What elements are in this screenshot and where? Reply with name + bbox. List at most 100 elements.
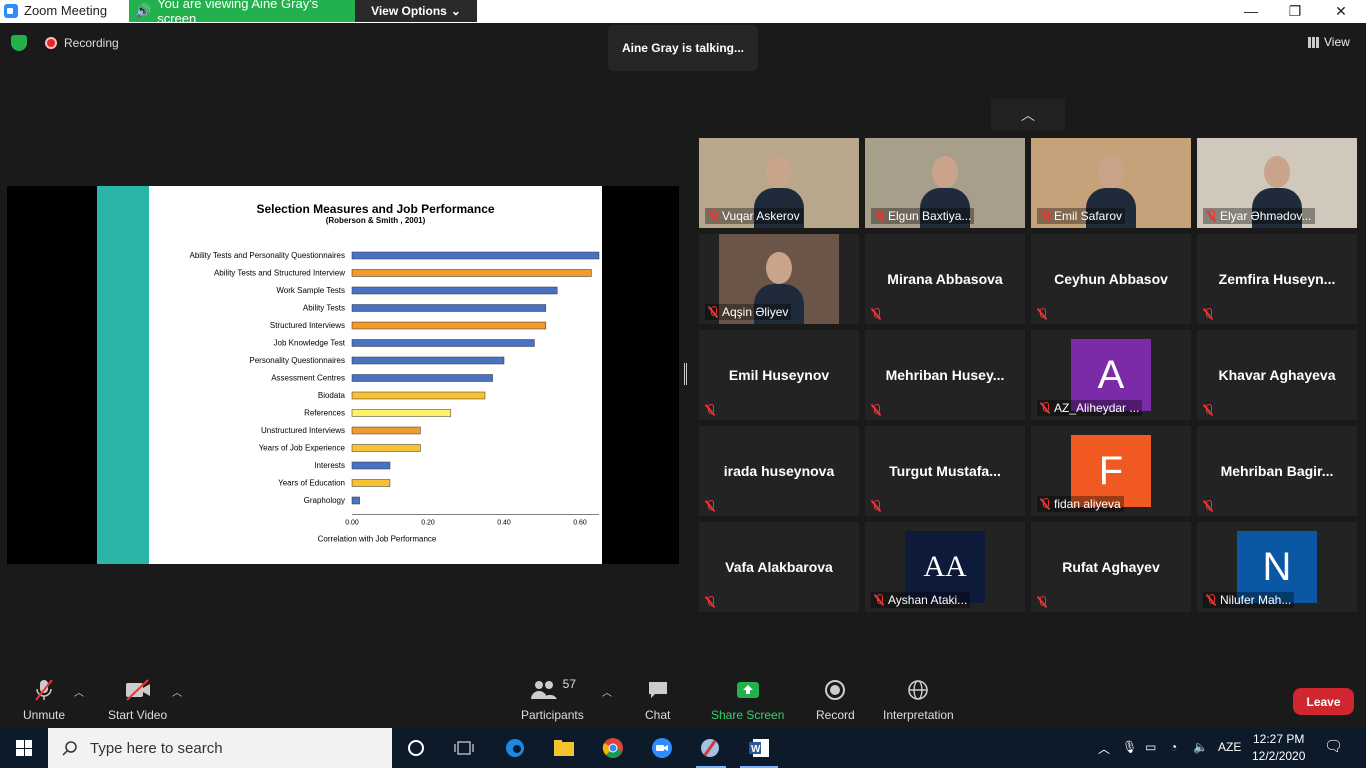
participant-tile[interactable]: irada huseynova: [699, 426, 859, 516]
view-button[interactable]: View: [1308, 35, 1350, 49]
minimize-button[interactable]: —: [1228, 0, 1274, 22]
title-bar: Zoom Meeting 🔊 You are viewing Aine Gray…: [0, 0, 1366, 26]
chat-button[interactable]: Chat: [645, 678, 670, 722]
leave-button[interactable]: Leave: [1293, 688, 1354, 715]
bar: [351, 356, 505, 365]
category-label: Graphology: [304, 496, 345, 505]
zoom-logo-icon: [4, 3, 18, 18]
participant-name: Emil Safarov: [1054, 209, 1123, 223]
category-label: Biodata: [318, 391, 346, 400]
restore-button[interactable]: ❐: [1272, 0, 1318, 22]
participant-tile[interactable]: A AZ_Aliheydar ...: [1031, 330, 1191, 420]
audio-options-caret[interactable]: ︿: [74, 684, 84, 699]
bar: [351, 391, 486, 400]
taskbar-search[interactable]: Type here to search: [48, 728, 392, 768]
x-tick-label: 0.60: [573, 520, 587, 527]
window-title: Zoom Meeting: [24, 3, 108, 18]
clock[interactable]: 12:27 PM 12/2/2020: [1252, 731, 1305, 765]
participant-tile[interactable]: Emil Huseynov: [699, 330, 859, 420]
participant-tile[interactable]: Ffidan aliyeva: [1031, 426, 1191, 516]
start-video-button[interactable]: Start Video: [108, 678, 167, 722]
wifi-icon[interactable]: ◔: [1170, 740, 1177, 754]
mic-muted-icon: [1206, 210, 1216, 222]
participant-tile[interactable]: Mehriban Husey...: [865, 330, 1025, 420]
participant-tile[interactable]: Vuqar Askerov: [699, 138, 859, 228]
participant-tile[interactable]: Vafa Alakbarova: [699, 522, 859, 612]
mic-muted-icon: [705, 404, 715, 416]
participant-name: fidan aliyeva: [1054, 497, 1121, 511]
chat-label: Chat: [645, 708, 671, 722]
view-options-label: View Options: [371, 4, 447, 18]
viewing-text: You are viewing Aine Gray's screen: [157, 0, 319, 26]
participant-tile[interactable]: Elgun Baxtiya...: [865, 138, 1025, 228]
tray-mic-icon[interactable]: 🎙: [1122, 740, 1137, 754]
split-divider-handle[interactable]: [684, 363, 687, 385]
bar: [351, 321, 547, 330]
shared-screen[interactable]: Selection Measures and Job Performance (…: [7, 186, 679, 564]
participant-name: Mehriban Husey...: [885, 367, 1005, 383]
mic-muted-icon: [1040, 402, 1050, 414]
word-icon[interactable]: W: [747, 736, 771, 760]
file-explorer-icon[interactable]: [552, 736, 576, 760]
bar: [351, 304, 547, 312]
bar: [351, 496, 360, 505]
edge-icon[interactable]: [503, 736, 527, 760]
participant-name: Nilufer Mah...: [1220, 593, 1292, 607]
participant-label: Aqşin Əliyev: [705, 304, 792, 320]
participant-tile[interactable]: Ceyhun Abbasov: [1031, 234, 1191, 324]
participant-tile[interactable]: AA Ayshan Ataki...: [865, 522, 1025, 612]
mic-muted-icon: [1040, 210, 1050, 222]
bar: [351, 409, 452, 417]
share-screen-icon: [736, 678, 760, 702]
record-button[interactable]: Record: [816, 678, 855, 722]
chrome-icon[interactable]: [601, 736, 625, 760]
security-shield-icon[interactable]: [11, 35, 27, 51]
participant-tile[interactable]: Emil Safarov: [1031, 138, 1191, 228]
participant-name: Aqşin Əliyev: [722, 305, 789, 319]
share-screen-button[interactable]: Share Screen: [711, 678, 784, 722]
participant-tile[interactable]: Elyar Əhmədov...: [1197, 138, 1357, 228]
category-label: Interests: [314, 461, 345, 470]
mic-muted-icon: [871, 308, 881, 320]
cortana-icon[interactable]: [404, 736, 428, 760]
battery-icon[interactable]: ▭: [1145, 740, 1156, 754]
page-up-button[interactable]: ︿: [991, 99, 1065, 131]
participant-tile[interactable]: N Nilufer Mah...: [1197, 522, 1357, 612]
clock-date: 12/2/2020: [1252, 749, 1306, 763]
participant-tile[interactable]: Khavar Aghayeva: [1197, 330, 1357, 420]
recording-indicator[interactable]: Recording: [45, 36, 119, 50]
start-button[interactable]: [0, 728, 48, 768]
meeting-toolbar: Unmute ︿ Start Video ︿ 57 Participants ︿…: [0, 672, 1366, 728]
participant-tile[interactable]: Mirana Abbasova: [865, 234, 1025, 324]
participant-tile[interactable]: Mehriban Bagir...: [1197, 426, 1357, 516]
task-view-icon[interactable]: [452, 736, 476, 760]
interpretation-button[interactable]: Interpretation: [883, 678, 954, 722]
participants-button[interactable]: 57 Participants: [521, 677, 584, 722]
presentation-slide: Selection Measures and Job Performance (…: [97, 186, 602, 564]
participants-label: Participants: [521, 708, 584, 722]
zoom-app-icon[interactable]: [650, 736, 674, 760]
participant-label: fidan aliyeva: [1037, 496, 1124, 512]
category-label: Assessment Centres: [271, 374, 345, 383]
participant-tile[interactable]: Aqşin Əliyev: [699, 234, 859, 324]
volume-icon[interactable]: 🔈: [1193, 740, 1208, 754]
start-video-label: Start Video: [108, 708, 168, 722]
close-button[interactable]: ✕: [1318, 0, 1364, 22]
participant-label: Nilufer Mah...: [1203, 592, 1295, 608]
view-options-button[interactable]: View Options ⌄: [355, 0, 477, 22]
unmute-button[interactable]: Unmute: [23, 678, 65, 722]
participant-tile[interactable]: Zemfira Huseyn...: [1197, 234, 1357, 324]
participant-name: Vuqar Askerov: [722, 209, 800, 223]
participant-tile[interactable]: Rufat Aghayev: [1031, 522, 1191, 612]
chat-icon: [647, 678, 669, 702]
tray-overflow-icon[interactable]: ︿: [1098, 740, 1110, 757]
video-options-caret[interactable]: ︿: [172, 684, 182, 699]
participant-tile[interactable]: Turgut Mustafa...: [865, 426, 1025, 516]
language-indicator[interactable]: AZE: [1218, 740, 1241, 754]
notifications-icon[interactable]: 🗨: [1324, 737, 1343, 755]
paint-icon[interactable]: [698, 736, 722, 760]
category-label: Ability Tests and Structured Interview: [214, 269, 345, 278]
participants-options-caret[interactable]: ︿: [602, 684, 612, 699]
bar: [351, 339, 535, 347]
participant-name: Ayshan Ataki...: [888, 593, 968, 607]
